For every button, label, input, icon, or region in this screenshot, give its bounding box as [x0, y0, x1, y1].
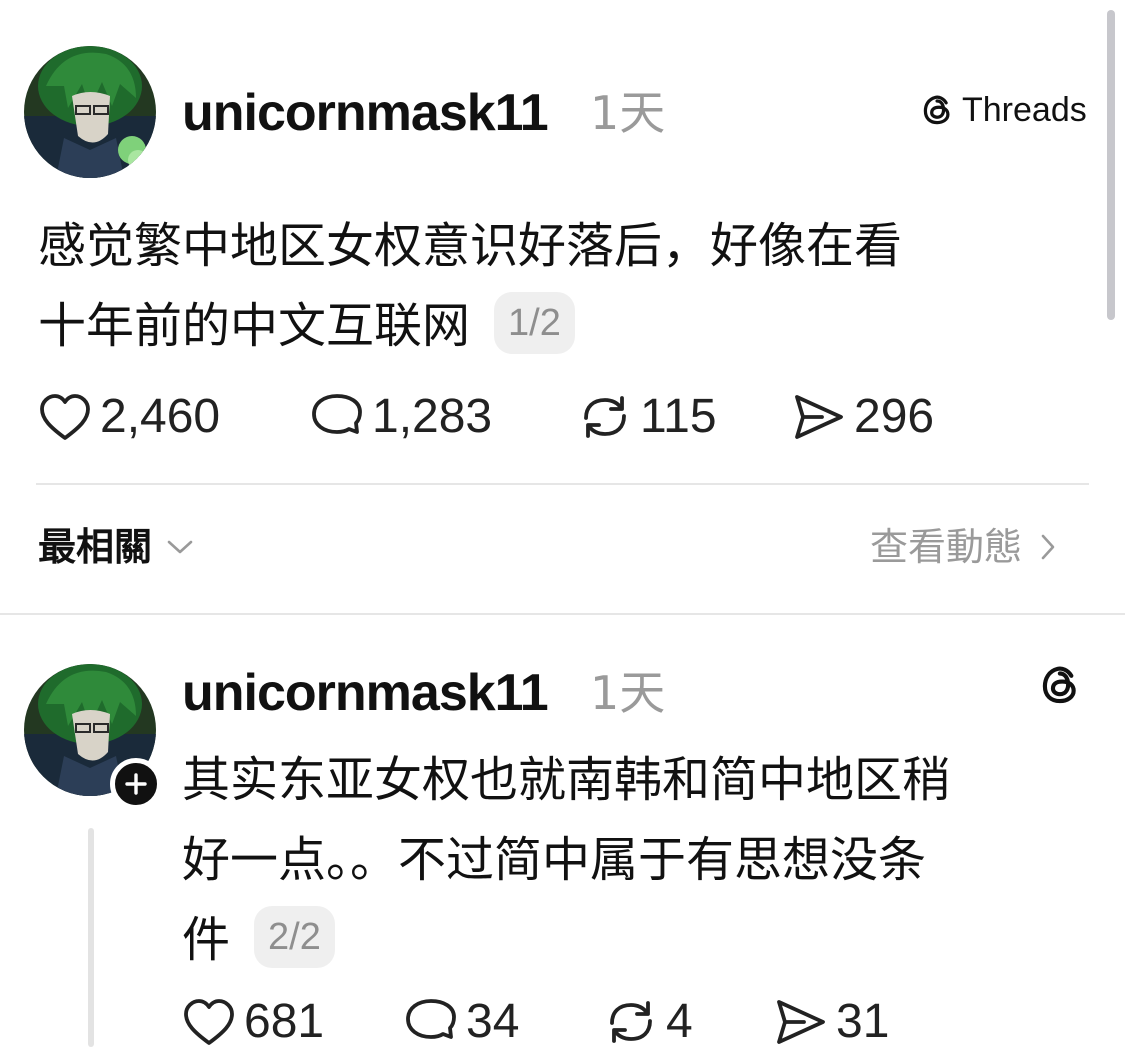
- post-actions: 681 34 4 31: [182, 997, 889, 1047]
- like-button[interactable]: 2,460: [38, 392, 310, 442]
- repost-count: 4: [666, 995, 693, 1047]
- post-time: 1天: [590, 86, 666, 140]
- post-text-line: 其实东亚女权也就南韩和简中地区稍: [182, 752, 951, 808]
- post-text-line: 好一点。。不过简中属于有思想没条: [182, 832, 927, 888]
- like-button[interactable]: 681: [182, 997, 404, 1047]
- threads-brand-label: Threads: [962, 91, 1087, 129]
- repost-button[interactable]: 115: [578, 392, 792, 442]
- post-text-line-content: 十年前的中文互联网: [38, 298, 471, 354]
- heart-icon: [40, 394, 90, 440]
- follow-button[interactable]: [110, 758, 162, 810]
- post-username[interactable]: unicornmask11: [182, 87, 549, 139]
- post-time: 1天: [590, 666, 666, 720]
- post-text-line: 感觉繁中地区女权意识好落后，好像在看: [38, 218, 903, 274]
- like-count: 681: [244, 995, 325, 1047]
- repost-icon: [584, 396, 626, 438]
- share-button[interactable]: 296: [792, 392, 934, 442]
- thread-connector-line: [88, 828, 94, 1047]
- plus-icon: [125, 773, 147, 795]
- post-text-line: 十年前的中文互联网 1/2: [38, 286, 902, 366]
- threads-logo-icon[interactable]: [1038, 662, 1084, 708]
- sort-label: 最相關: [38, 525, 153, 569]
- post-text-line: 件 2/2: [182, 900, 950, 980]
- view-activity-link[interactable]: 查看動態: [870, 528, 1058, 566]
- post-username[interactable]: unicornmask11: [182, 667, 549, 719]
- post-body: 感觉繁中地区女权意识好落后，好像在看 十年前的中文互联网 1/2: [38, 206, 902, 366]
- share-count: 31: [836, 995, 890, 1047]
- comment-count: 1,283: [372, 390, 493, 443]
- like-count: 2,460: [100, 390, 221, 443]
- threads-logo-icon: [923, 95, 950, 125]
- page-indicator: 2/2: [254, 906, 335, 968]
- page-indicator: 1/2: [494, 292, 575, 354]
- repost-button[interactable]: 4: [604, 997, 774, 1047]
- section-divider: [0, 613, 1125, 615]
- share-button[interactable]: 31: [774, 997, 889, 1047]
- threads-brand[interactable]: Threads: [920, 92, 1087, 128]
- comment-bubble-icon: [406, 999, 456, 1039]
- comment-button[interactable]: 1,283: [310, 392, 578, 442]
- comment-bubble-icon: [312, 394, 362, 434]
- avatar[interactable]: [24, 46, 156, 178]
- activity-label: 查看動態: [870, 525, 1023, 569]
- share-count: 296: [854, 390, 935, 443]
- sort-dropdown[interactable]: 最相關: [38, 528, 194, 566]
- repost-icon: [610, 1001, 652, 1043]
- divider: [36, 483, 1089, 485]
- repost-count: 115: [640, 390, 717, 443]
- avatar-image: [24, 46, 156, 178]
- post-body: 其实东亚女权也就南韩和简中地区稍 好一点。。不过简中属于有思想没条 件 2/2: [182, 740, 950, 980]
- scrollbar[interactable]: [1107, 10, 1115, 320]
- send-icon: [795, 395, 843, 439]
- post-text-line-content: 件: [182, 912, 231, 968]
- comment-count: 34: [466, 995, 520, 1047]
- post-actions: 2,460 1,283 115 296: [38, 392, 934, 442]
- heart-icon: [184, 999, 234, 1045]
- chevron-down-icon: [167, 540, 193, 554]
- send-icon: [777, 1000, 825, 1044]
- comment-button[interactable]: 34: [404, 997, 604, 1047]
- chevron-right-icon: [1041, 534, 1055, 560]
